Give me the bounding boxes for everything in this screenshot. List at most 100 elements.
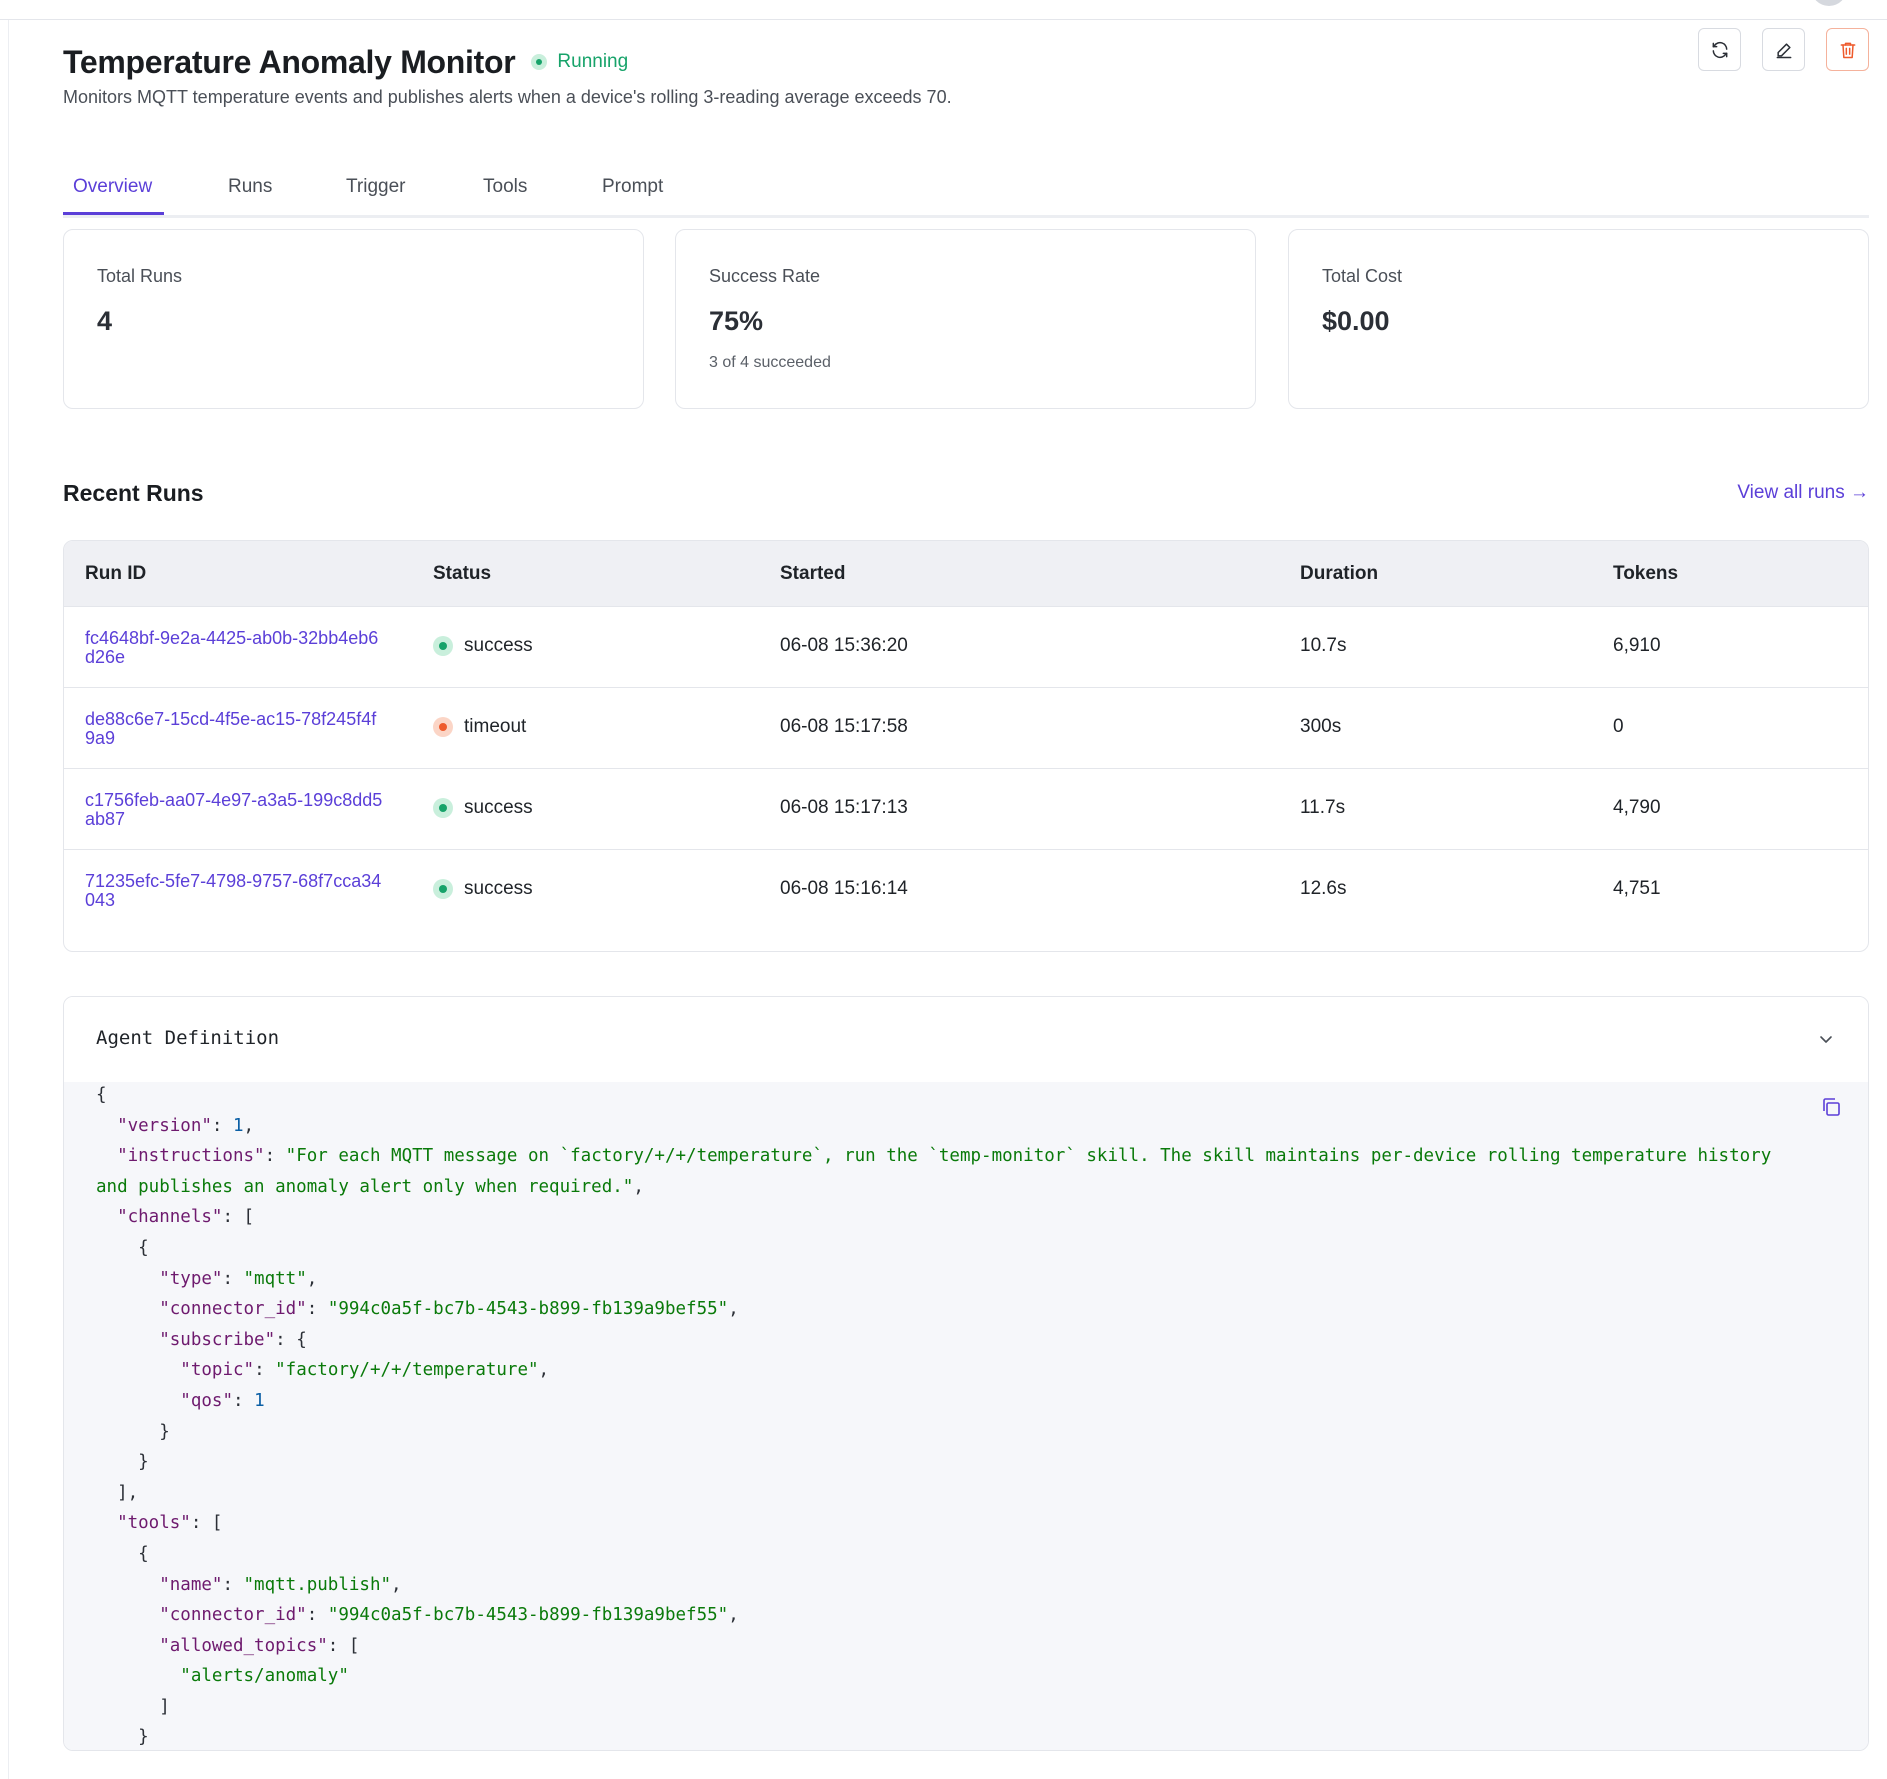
- delete-button[interactable]: [1826, 28, 1869, 71]
- run-id-link[interactable]: c1756feb-aa07-4e97-a3a5-199c8dd5ab87: [85, 791, 385, 829]
- tab-runs[interactable]: Runs: [228, 176, 272, 198]
- json-string: "For each MQTT message on `factory/+/+/t…: [96, 1146, 1782, 1197]
- run-status-label: success: [464, 797, 533, 818]
- json-string: "mqtt": [243, 1268, 307, 1289]
- top-bar: [0, 0, 1887, 20]
- json-key: "topic": [180, 1360, 255, 1381]
- refresh-icon: [1712, 41, 1727, 58]
- json-punctuation: ,: [538, 1360, 550, 1381]
- run-duration: 11.7s: [1300, 797, 1346, 818]
- stat-label: Success Rate: [709, 266, 821, 286]
- code-line: {: [96, 1238, 149, 1258]
- json-punctuation: :: [264, 1146, 286, 1167]
- json-key: "type": [159, 1268, 223, 1289]
- run-status: success: [433, 635, 533, 657]
- json-punctuation: : [: [327, 1635, 360, 1656]
- copy-icon[interactable]: [1820, 1096, 1842, 1118]
- view-all-runs-link[interactable]: View all runs →: [1737, 482, 1869, 504]
- code-line: }: [96, 1727, 149, 1747]
- success-dot-icon: [433, 879, 453, 899]
- json-punctuation: {: [96, 1543, 149, 1564]
- agent-definition-header[interactable]: Agent Definition: [64, 997, 1868, 1082]
- json-key: "subscribe": [159, 1329, 276, 1350]
- code-line: }: [96, 1422, 170, 1442]
- json-punctuation: : [: [190, 1513, 223, 1534]
- table-row[interactable]: 71235efc-5fe7-4798-9757-68f7cca34043 suc…: [64, 850, 1868, 931]
- stat-value: 75%: [709, 306, 764, 336]
- json-punctuation: [96, 1330, 159, 1350]
- run-status: timeout: [433, 716, 526, 738]
- json-punctuation: [96, 1207, 117, 1227]
- column-header-tokens: Tokens: [1613, 563, 1679, 584]
- run-tokens: 0: [1613, 716, 1624, 737]
- json-string: "alerts/anomaly": [180, 1666, 349, 1687]
- code-line: "subscribe": {: [96, 1330, 307, 1350]
- run-status: success: [433, 878, 533, 900]
- tab-overview[interactable]: Overview: [73, 176, 152, 198]
- json-punctuation: [96, 1605, 159, 1625]
- json-number: 1: [254, 1390, 265, 1411]
- code-line: "type": "mqtt",: [96, 1269, 317, 1289]
- json-punctuation: :: [232, 1390, 255, 1411]
- run-started: 06-08 15:17:13: [780, 797, 908, 818]
- json-punctuation: }: [96, 1452, 149, 1473]
- stat-value: $0.00: [1322, 306, 1390, 336]
- status-label: Running: [557, 51, 629, 72]
- json-punctuation: [96, 1513, 117, 1533]
- section-title: Recent Runs: [63, 480, 204, 506]
- chevron-down-icon[interactable]: [1818, 1031, 1834, 1047]
- run-duration: 300s: [1300, 716, 1342, 737]
- table-row[interactable]: c1756feb-aa07-4e97-a3a5-199c8dd5ab87 suc…: [64, 769, 1868, 850]
- pencil-icon: [1776, 42, 1791, 58]
- json-punctuation: ,: [243, 1115, 255, 1136]
- run-duration: 10.7s: [1300, 635, 1347, 656]
- code-block: { "version": 1, "instructions": "For eac…: [64, 1080, 1868, 1750]
- table-header: Run ID Status Started Duration Tokens: [64, 541, 1868, 607]
- run-id-link[interactable]: 71235efc-5fe7-4798-9757-68f7cca34043: [85, 872, 385, 910]
- stat-card-total-cost: Total Cost $0.00: [1288, 229, 1869, 409]
- code-line: {: [96, 1544, 149, 1564]
- tab-prompt[interactable]: Prompt: [602, 176, 663, 198]
- json-punctuation: [96, 1269, 159, 1289]
- stat-label: Total Runs: [97, 266, 183, 286]
- table-row[interactable]: fc4648bf-9e2a-4425-ab0b-32bb4eb6d26e suc…: [64, 607, 1868, 688]
- tab-tools[interactable]: Tools: [483, 176, 527, 198]
- page-title: Temperature Anomaly Monitor: [63, 43, 516, 80]
- column-header-run-id: Run ID: [85, 563, 147, 584]
- json-key: "name": [159, 1574, 223, 1595]
- json-string: "994c0a5f-bc7b-4543-b899-fb139a9bef55": [327, 1605, 729, 1626]
- json-punctuation: [96, 1360, 180, 1380]
- json-string: "factory/+/+/temperature": [275, 1360, 539, 1381]
- avatar[interactable]: [1811, 0, 1847, 6]
- json-string: "mqtt.publish": [243, 1574, 392, 1595]
- run-id-link[interactable]: de88c6e7-15cd-4f5e-ac15-78f245f4f9a9: [85, 710, 385, 748]
- stat-value: 4: [97, 306, 113, 336]
- tab-bar: Overview Runs Trigger Tools Prompt: [63, 150, 1869, 218]
- json-string: "994c0a5f-bc7b-4543-b899-fb139a9bef55": [327, 1299, 729, 1320]
- recent-runs-header: Recent Runs View all runs →: [63, 476, 1869, 516]
- run-started: 06-08 15:36:20: [780, 635, 908, 656]
- header-actions: [1698, 28, 1869, 71]
- json-key: "allowed_topics": [159, 1635, 328, 1656]
- refresh-button[interactable]: [1698, 28, 1741, 71]
- run-tokens: 4,790: [1613, 797, 1661, 818]
- agent-definition-json: { "version": 1, "instructions": "For eac…: [96, 1080, 1806, 1750]
- code-line: {: [96, 1085, 107, 1105]
- run-status-label: timeout: [464, 716, 527, 737]
- run-id-link[interactable]: fc4648bf-9e2a-4425-ab0b-32bb4eb6d26e: [85, 629, 385, 667]
- run-status-label: success: [464, 878, 533, 899]
- run-tokens: 4,751: [1613, 878, 1661, 899]
- table-row[interactable]: de88c6e7-15cd-4f5e-ac15-78f245f4f9a9 tim…: [64, 688, 1868, 769]
- trash-icon: [1840, 42, 1855, 58]
- json-punctuation: ,: [633, 1176, 644, 1197]
- json-punctuation: [96, 1636, 159, 1656]
- tab-trigger[interactable]: Trigger: [346, 176, 405, 198]
- json-punctuation: ,: [306, 1268, 318, 1289]
- code-line: "topic": "factory/+/+/temperature",: [96, 1360, 549, 1380]
- edit-button[interactable]: [1762, 28, 1805, 71]
- json-key: "connector_id": [159, 1299, 307, 1320]
- code-line: "channels": [: [96, 1207, 254, 1227]
- json-punctuation: [96, 1391, 180, 1411]
- code-line: "instructions": "For each MQTT message o…: [96, 1146, 1782, 1197]
- run-status-label: success: [464, 635, 533, 656]
